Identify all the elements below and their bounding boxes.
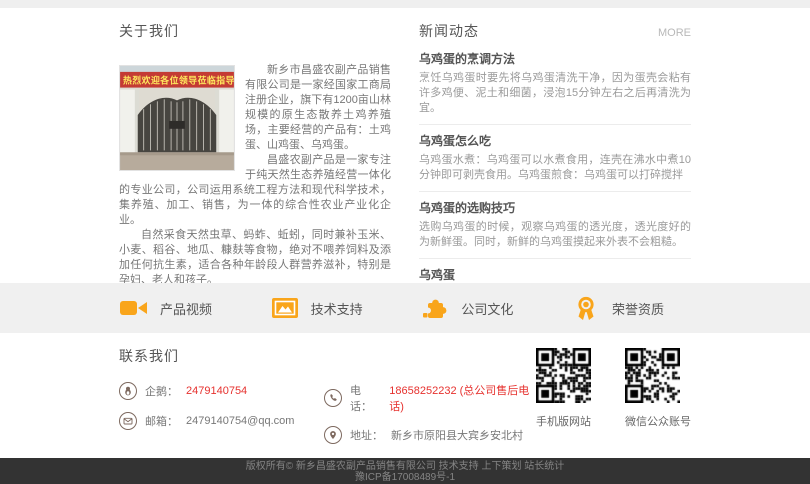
contact-section: 联系我们 企鹅： 2479140754 (0, 333, 810, 458)
puzzle-icon (420, 293, 450, 323)
news-title: 新闻动态 (419, 21, 479, 41)
copyright-line: 版权所有© 新乡昌盛农副产品销售有限公司 技术支持 上下策划 站长统计 (0, 461, 810, 472)
news-item[interactable]: 乌鸡蛋的烹调方法 烹饪乌鸡蛋时要先将乌鸡蛋清洗干净，因为蛋壳会粘有许多鸡便、泥土… (419, 43, 691, 125)
news-item-summary: 乌鸡蛋水煮：乌鸡蛋可以水煮食用，连壳在沸水中煮10分钟即可剥壳食用。乌鸡蛋煎食：… (419, 153, 691, 183)
feature-tech-support[interactable]: 技术支持 (270, 293, 390, 323)
about-section: 关于我们 (119, 21, 391, 283)
medal-icon (571, 293, 601, 323)
phone-label: 电话： (350, 382, 381, 414)
feature-label: 荣誉资质 (612, 299, 664, 318)
news-item-title[interactable]: 乌鸡蛋的烹调方法 (419, 50, 691, 67)
mail-icon (119, 412, 137, 430)
news-item[interactable]: 乌鸡蛋的选购技巧 选购乌鸡蛋的时候，观察乌鸡蛋的透光度，透光度好的为新鲜蛋。同时… (419, 192, 691, 259)
news-item[interactable]: 乌鸡蛋怎么吃 乌鸡蛋水煮：乌鸡蛋可以水煮食用，连壳在沸水中煮10分钟即可剥壳食用… (419, 125, 691, 192)
news-item-summary: 烹饪乌鸡蛋时要先将乌鸡蛋清洗干净，因为蛋壳会粘有许多鸡便、泥土和细菌，浸泡15分… (419, 71, 691, 116)
wechat-qr-code (625, 348, 680, 403)
address-value: 新乡市原阳县大宾乡安北村 (391, 427, 523, 443)
address-label: 地址： (350, 427, 383, 443)
contact-phone-row: 电话： 18658252232 (总公司售后电话) (324, 382, 536, 414)
video-icon (119, 293, 149, 323)
qq-label: 企鹅： (145, 383, 178, 399)
news-item-summary: 选购乌鸡蛋的时候，观察乌鸡蛋的透光度，透光度好的为新鲜蛋。同时，新鲜的乌鸡蛋摸起… (419, 220, 691, 250)
feature-company-culture[interactable]: 公司文化 (420, 293, 540, 323)
qr-label: 微信公众账号 (625, 413, 691, 429)
news-section: 新闻动态 MORE 乌鸡蛋的烹调方法 烹饪乌鸡蛋时要先将乌鸡蛋清洗干净，因为蛋壳… (419, 21, 691, 283)
news-item[interactable]: 乌鸡蛋 乌鸡蛋，顾名思义也就是乌鸡所下的蛋。乌鸡蛋是一种药膳保健佳品，含有的有机… (419, 259, 691, 283)
contact-email-row: 邮箱： 2479140754@qq.com (119, 412, 324, 430)
feature-honors[interactable]: 荣誉资质 (571, 293, 691, 323)
footer: 版权所有© 新乡昌盛农副产品销售有限公司 技术支持 上下策划 站长统计 豫ICP… (0, 458, 810, 484)
company-gate-photo: 热烈欢迎各位领导莅临指导 (119, 65, 235, 171)
feature-label: 公司文化 (461, 299, 513, 318)
news-item-title[interactable]: 乌鸡蛋 (419, 266, 691, 283)
about-title: 关于我们 (119, 21, 391, 41)
news-item-title[interactable]: 乌鸡蛋怎么吃 (419, 132, 691, 149)
phone-number: 18658252232 (总公司售后电话) (389, 382, 536, 414)
feature-product-video[interactable]: 产品视频 (119, 293, 239, 323)
news-more-link[interactable]: MORE (658, 27, 691, 39)
features-band: 产品视频 技术支持 公司文化 (0, 283, 810, 333)
news-item-title[interactable]: 乌鸡蛋的选购技巧 (419, 199, 691, 216)
about-paragraph: 自然采食天然虫草、蚂蚱、蚯蚓，同时兼补玉米、小麦、稻谷、地瓜、糠麸等食物，绝对不… (119, 228, 391, 283)
email-value: 2479140754@qq.com (186, 415, 294, 427)
main-section: 关于我们 (0, 8, 810, 283)
contact-address-row: 地址： 新乡市原阳县大宾乡安北村 (324, 426, 536, 444)
contact-title: 联系我们 (119, 346, 536, 366)
qr-label: 手机版网站 (536, 413, 591, 429)
contact-qq-row: 企鹅： 2479140754 (119, 382, 324, 400)
qr-mobile-site[interactable]: 手机版网站 (536, 348, 591, 456)
qr-wechat-account[interactable]: 微信公众账号 (625, 348, 691, 456)
feature-label: 产品视频 (160, 299, 212, 318)
qq-number: 2479140754 (186, 385, 247, 397)
image-icon (270, 293, 300, 323)
feature-label: 技术支持 (311, 299, 363, 318)
top-divider-strip (0, 0, 810, 8)
qq-penguin-icon (119, 382, 137, 400)
email-label: 邮箱： (145, 413, 178, 429)
icp-line[interactable]: 豫ICP备17008489号-1 (0, 472, 810, 483)
mobile-site-qr-code (536, 348, 591, 403)
location-pin-icon (324, 426, 342, 444)
photo-banner-text: 热烈欢迎各位领导莅临指导 (123, 75, 235, 86)
phone-icon (324, 389, 342, 407)
